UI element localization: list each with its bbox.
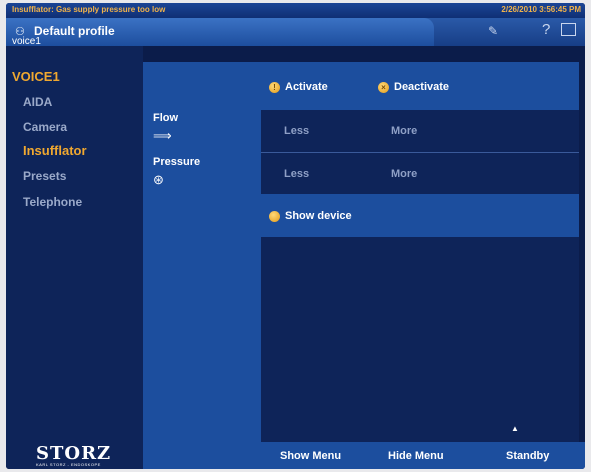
show-device-label: Show device xyxy=(285,210,352,222)
activation-row: ! Activate × Deactivate xyxy=(261,62,579,110)
profile-tab[interactable]: ⚇ Default profile xyxy=(6,18,434,46)
hide-menu-button[interactable]: Hide Menu xyxy=(388,450,444,462)
profile-name: Default profile xyxy=(34,24,115,38)
sidebar-item-camera[interactable]: Camera xyxy=(23,120,67,134)
pressure-label: Pressure xyxy=(153,156,201,168)
flow-label: Flow xyxy=(153,112,179,124)
storz-logo: STORZ KARL STORZ - ENDOSKOPE xyxy=(36,443,111,467)
sidebar-item-aida[interactable]: AIDA xyxy=(23,95,52,109)
activate-label: Activate xyxy=(285,81,328,93)
deactivate-button[interactable]: × Deactivate xyxy=(378,81,449,93)
status-datetime: 2/26/2010 3:56:45 PM xyxy=(501,5,581,14)
logo-brand: STORZ xyxy=(36,443,112,464)
parameter-column: Flow ⟹ Pressure ⊛ xyxy=(143,62,261,442)
pressure-icon: ⊛ xyxy=(153,172,164,187)
sidebar-title: VOICE1 xyxy=(12,69,60,84)
standby-button[interactable]: Standby xyxy=(506,450,549,462)
flow-row: Less More xyxy=(261,110,579,153)
show-device-button[interactable]: Show device xyxy=(269,210,352,222)
show-menu-button[interactable]: Show Menu xyxy=(280,450,341,462)
screen-icon[interactable] xyxy=(561,23,576,36)
logo-tagline: KARL STORZ - ENDOSKOPE xyxy=(36,462,101,467)
pen-icon[interactable]: ✎ xyxy=(488,24,498,38)
status-message: Insufflator: Gas supply pressure too low xyxy=(12,5,166,14)
sidebar-item-telephone[interactable]: Telephone xyxy=(23,195,82,209)
flow-icon: ⟹ xyxy=(153,128,172,143)
pressure-row: Less More xyxy=(261,153,579,194)
app-window: Insufflator: Gas supply pressure too low… xyxy=(6,3,585,469)
bottom-bar: Show Menu Hide Menu Standby xyxy=(143,442,585,469)
sidebar: VOICE1 AIDA Camera Insufflator Presets T… xyxy=(6,46,143,469)
mouse-pointer-icon: ▲ xyxy=(511,424,519,433)
pressure-less-button[interactable]: Less xyxy=(284,168,309,180)
flow-more-button[interactable]: More xyxy=(391,125,417,137)
sidebar-item-presets[interactable]: Presets xyxy=(23,169,66,183)
activate-button[interactable]: ! Activate xyxy=(269,81,328,93)
profile-bar: ⚇ Default profile voice1 ✎ ? xyxy=(6,18,585,47)
deactivate-icon: × xyxy=(378,81,389,93)
sidebar-item-insufflator[interactable]: Insufflator xyxy=(23,143,87,158)
status-bar: Insufflator: Gas supply pressure too low… xyxy=(6,3,585,18)
show-device-row: Show device xyxy=(261,194,579,237)
help-icon[interactable]: ? xyxy=(542,21,550,38)
flow-less-button[interactable]: Less xyxy=(284,125,309,137)
activate-icon: ! xyxy=(269,81,280,93)
pressure-more-button[interactable]: More xyxy=(391,168,417,180)
show-device-icon xyxy=(269,210,280,222)
deactivate-label: Deactivate xyxy=(394,81,450,93)
